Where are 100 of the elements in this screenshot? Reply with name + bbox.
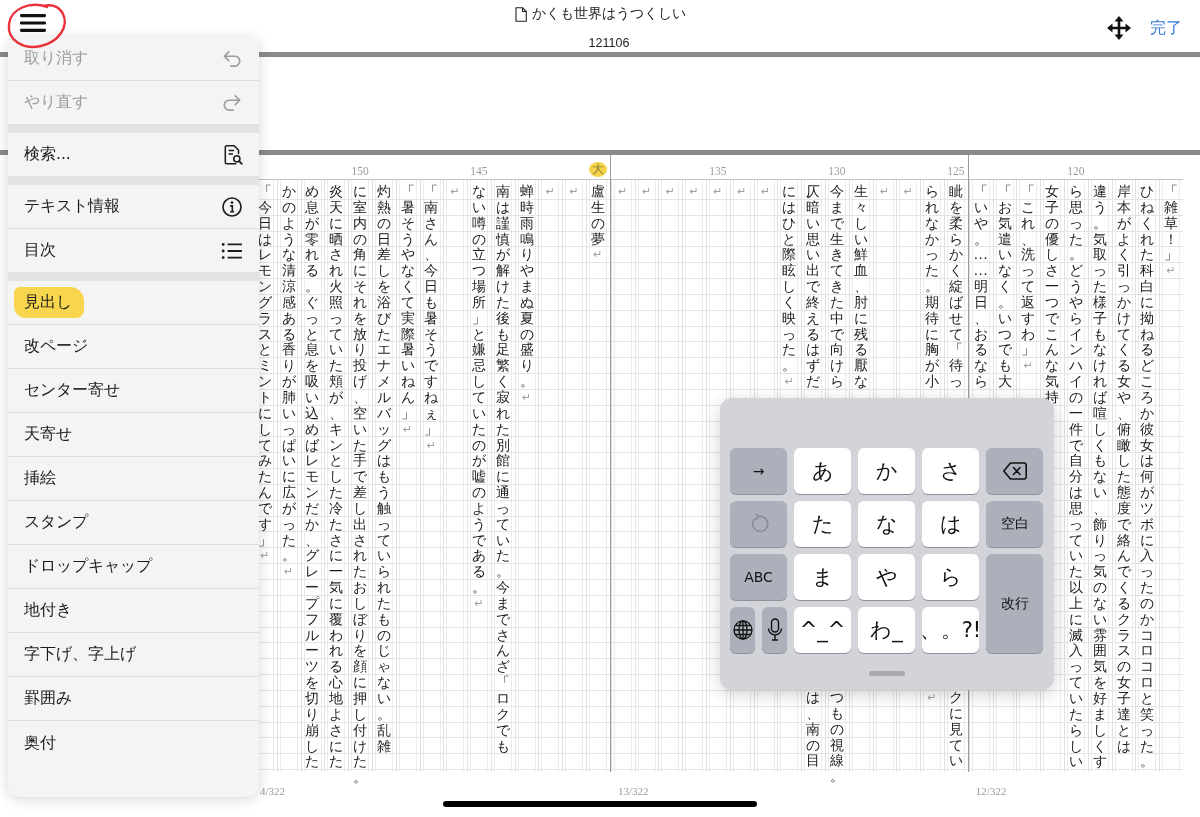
text-line: られなかった。期待に胸が小 <box>924 184 940 390</box>
text-line: 違う。気取った様子もなければ喧しくもない、飾りっ気のない雰囲気を好ましくす <box>1092 184 1107 771</box>
delete-key[interactable] <box>986 448 1043 494</box>
text-line: 「お気遣いなく。いつでも大 <box>997 184 1012 390</box>
return-mark: ↵ <box>425 437 437 453</box>
keyboard-key[interactable]: 空白 <box>986 501 1043 547</box>
text-line: 「これ、洗って返すわ」 <box>1021 184 1036 359</box>
text-line: 今まで生きてきた中で向けら <box>829 184 845 390</box>
menu-item[interactable]: 天寄せ <box>8 413 259 457</box>
text-line: 岸本がよく引っかけてくる女や、俯瞰した態度で絡んでくるクラスの女子達とは <box>1116 184 1131 755</box>
page-number: 13/322 <box>617 785 649 797</box>
return-mark: ↵ <box>617 184 629 200</box>
return-mark: ↵ <box>473 595 485 612</box>
return-mark: ↵ <box>402 421 414 438</box>
menu-item[interactable]: ドロップキャップ <box>8 545 259 589</box>
move-icon[interactable] <box>1106 15 1132 41</box>
menu-item[interactable]: 奥付 <box>8 721 259 765</box>
return-mark: ↵ <box>736 184 748 200</box>
page-number: 12/322 <box>975 785 1007 797</box>
text-line: ら思った。どうやらインハイの一件で自分は思っていた以上に滅入っていたらしい <box>1068 184 1084 771</box>
text-line: クに見てい <box>948 690 964 770</box>
keyboard-key[interactable]: や <box>858 554 915 600</box>
keyboard-key[interactable]: ^_^ <box>794 607 851 653</box>
return-mark: ↵ <box>592 247 604 263</box>
keyboard-key[interactable]: ら <box>922 554 979 600</box>
text-line: 灼熱の日差しを浴びたエナメルバッグはもう触っていられたものじゃない。乱雑 <box>376 184 391 755</box>
return-mark: ↵ <box>664 184 676 200</box>
text-line: は、南の目 <box>805 690 821 770</box>
keyboard-key[interactable]: ABC <box>730 554 787 600</box>
document-icon <box>514 6 527 22</box>
return-mark: ↵ <box>259 548 271 564</box>
return-key[interactable]: 改行 <box>986 554 1043 653</box>
text-line: 南は謹慎が解けた後も足繁く寂れた別館に通っていた。今までさんざ「ロクでも <box>495 184 510 755</box>
menu-icon[interactable] <box>19 12 47 34</box>
text-line: 「いや。……明日、おるなら <box>973 184 988 390</box>
info-icon <box>221 195 243 218</box>
text-line: ひねくれた科白に拗ねるどころか彼女は何がツボに入ったのかコロコロと笑った。 <box>1140 184 1155 771</box>
menu-item[interactable]: 罫囲み <box>8 677 259 721</box>
keyboard-key[interactable]: た <box>794 501 851 547</box>
return-mark: ↵ <box>926 690 938 706</box>
column-number: 150 <box>350 165 370 177</box>
return-mark: ↵ <box>521 389 533 406</box>
menu-item[interactable]: 地付き <box>8 589 259 633</box>
microphone-key[interactable] <box>762 607 787 653</box>
column-number: 大 <box>588 162 607 177</box>
text-line: かのような清涼感ある香りが肺いっぱいに広がった。 <box>281 184 296 565</box>
menu-item[interactable]: 改ページ <box>8 325 259 369</box>
return-mark: ↵ <box>641 184 653 200</box>
globe-icon <box>731 619 754 641</box>
keyboard-key[interactable]: → <box>730 448 787 494</box>
text-line: め息が零れる。ぐっと息を吸い込めばレモンだか、グレープフルーツを切り崩した <box>305 184 320 771</box>
keyboard-key[interactable]: わ_ <box>858 607 915 653</box>
return-mark: ↵ <box>688 184 700 200</box>
column-number: 145 <box>469 165 489 177</box>
done-button[interactable]: 完了 <box>1150 17 1182 39</box>
text-line: 眦を柔らかく綻ばせて「待っ <box>948 184 964 390</box>
return-mark: ↵ <box>783 374 795 390</box>
return-mark: ↵ <box>712 184 724 200</box>
search-icon <box>223 143 243 166</box>
return-mark: ↵ <box>283 564 295 580</box>
text-line: 蝉時雨鳴りやまぬ夏の盛り。 <box>519 184 534 390</box>
return-mark: ↵ <box>879 184 891 200</box>
text-line: 生々しい鮮血、肘に残る厭な <box>853 184 868 390</box>
globe-key[interactable] <box>730 607 755 653</box>
keyboard-key[interactable]: か <box>858 448 915 494</box>
delete-icon <box>1001 461 1028 481</box>
column-number: 135 <box>708 165 728 177</box>
column-number: 130 <box>827 165 847 177</box>
document-title: かくも世界はうつくしい <box>531 5 686 23</box>
text-line: 「南さん、今日も暑そうですねぇ」 <box>424 184 439 438</box>
text-line: ない噂の立つ場所」と嫌忌していたのが嘘のようである。 <box>471 184 487 596</box>
return-mark: ↵ <box>1022 358 1034 374</box>
menu-item[interactable]: 見出し <box>8 281 259 325</box>
menu-item[interactable]: テキスト情報 <box>8 185 259 229</box>
text-line: 「今日はレモングラスとミントにしてみたんです」 <box>257 184 272 549</box>
menu-item[interactable]: 挿絵 <box>8 457 259 501</box>
text-line: 仄暗い思い出で終えるはずだ <box>805 184 821 390</box>
text-line: 盧生の夢 <box>590 184 606 248</box>
return-mark: ↵ <box>902 184 914 200</box>
return-mark: ↵ <box>568 184 580 200</box>
keyboard-key[interactable]: な <box>858 501 915 547</box>
keyboard-key[interactable]: ま <box>794 554 851 600</box>
menu-item[interactable]: センター寄せ <box>8 369 259 413</box>
menu-item[interactable]: スタンプ <box>8 501 259 545</box>
text-line: つもの視線。 <box>829 690 845 786</box>
return-mark: ↵ <box>544 184 556 200</box>
keyboard-key[interactable]: さ <box>922 448 979 494</box>
text-line: に室内の角にそれを放り投げ、空いた手で差し出されたおしぼりを顔に押し付けた。 <box>352 184 368 787</box>
column-number: 125 <box>946 165 966 177</box>
keyboard-key[interactable]: は <box>922 501 979 547</box>
document-subtitle: 121106 <box>588 36 630 50</box>
menu-item[interactable]: 字下げ、字上げ <box>8 633 259 677</box>
text-line: 「暑そうやなくて実際暑いねん」 <box>400 184 415 422</box>
list-icon <box>221 241 243 260</box>
keyboard-key[interactable]: 、。?! <box>922 607 979 653</box>
return-mark: ↵ <box>1165 263 1177 279</box>
keyboard-key[interactable]: あ <box>794 448 851 494</box>
text-line: 「雑草！」 <box>1163 184 1179 264</box>
page-number: 4/322 <box>259 785 285 797</box>
return-mark: ↵ <box>760 184 772 200</box>
